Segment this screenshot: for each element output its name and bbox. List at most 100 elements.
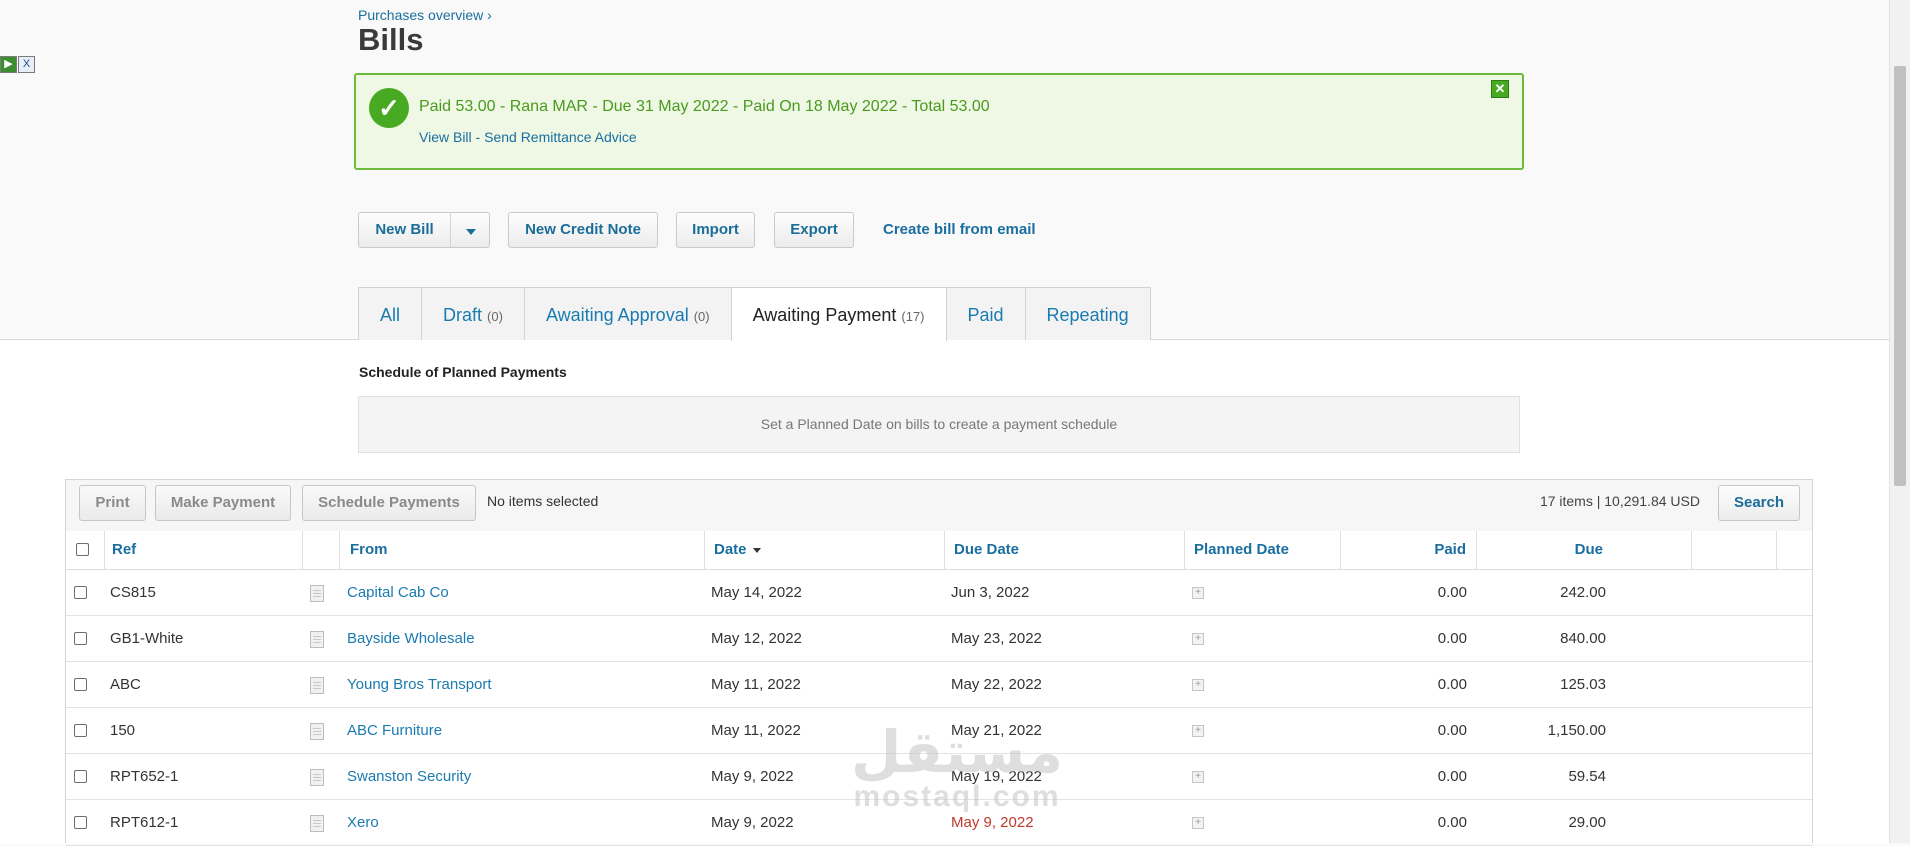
bill-due: 125.03 — [1560, 676, 1606, 693]
bill-supplier-link[interactable]: ABC Furniture — [347, 708, 442, 754]
bill-paid: 0.00 — [1437, 630, 1467, 647]
select-all-checkbox[interactable] — [76, 543, 89, 556]
alert-message: Paid 53.00 - Rana MAR - Due 31 May 2022 … — [419, 98, 990, 115]
column-due-date[interactable]: Due Date — [954, 531, 1019, 569]
view-bill-link[interactable]: View Bill — [419, 129, 472, 145]
bill-due: 1,150.00 — [1547, 722, 1606, 739]
watermark: مستقل mostaql.com — [842, 722, 1072, 812]
document-icon[interactable] — [310, 723, 324, 740]
items-total: 17 items | 10,291.84 USD — [1539, 493, 1700, 509]
row-checkbox[interactable] — [74, 724, 87, 737]
bill-date: May 9, 2022 — [711, 768, 794, 785]
create-bill-from-email-link[interactable]: Create bill from email — [883, 221, 1036, 238]
table-row[interactable]: CS815 Capital Cab Co May 14, 2022 Jun 3, 20… — [66, 570, 1812, 616]
add-planned-date-icon[interactable]: + — [1192, 771, 1204, 783]
row-checkbox[interactable] — [74, 816, 87, 829]
column-divider — [1184, 531, 1185, 569]
row-checkbox[interactable] — [74, 770, 87, 783]
document-icon[interactable] — [310, 769, 324, 786]
bill-due: 242.00 — [1560, 584, 1606, 601]
close-icon[interactable]: X — [18, 56, 35, 73]
bill-paid: 0.00 — [1437, 676, 1467, 693]
table-header: Ref From Date Due Date Planned Date Paid… — [66, 531, 1812, 570]
row-checkbox[interactable] — [74, 586, 87, 599]
alert-links: View Bill - Send Remittance Advice — [419, 129, 637, 145]
bill-date: May 14, 2022 — [711, 584, 802, 601]
row-checkbox[interactable] — [74, 632, 87, 645]
add-planned-date-icon[interactable]: + — [1192, 679, 1204, 691]
new-credit-note-button[interactable]: New Credit Note — [508, 212, 658, 248]
print-button[interactable]: Print — [79, 485, 146, 521]
column-divider — [104, 531, 105, 569]
bill-date: May 11, 2022 — [711, 676, 801, 693]
bill-date: May 12, 2022 — [711, 630, 802, 647]
breadcrumb-purchases-overview[interactable]: Purchases overview — [358, 7, 483, 23]
document-icon[interactable] — [310, 677, 324, 694]
bill-due-date: May 23, 2022 — [951, 630, 1042, 647]
bill-supplier-link[interactable]: Capital Cab Co — [347, 570, 449, 616]
document-icon[interactable] — [310, 631, 324, 648]
bill-status-tabs: All Draft (0) Awaiting Approval (0) Awai… — [358, 287, 1151, 341]
selection-status: No items selected — [487, 493, 599, 509]
scrollbar-thumb[interactable] — [1894, 66, 1906, 486]
bill-ref[interactable]: GB1-White — [110, 616, 183, 662]
row-checkbox[interactable] — [74, 678, 87, 691]
bill-ref[interactable]: RPT612-1 — [110, 800, 178, 846]
column-planned-date[interactable]: Planned Date — [1194, 531, 1289, 569]
page-scrollbar[interactable] — [1889, 0, 1910, 843]
column-paid[interactable]: Paid — [1343, 531, 1466, 569]
breadcrumb-separator: › — [487, 7, 492, 23]
table-toolbar: Print Make Payment Schedule Payments No … — [66, 480, 1812, 532]
document-icon[interactable] — [310, 815, 324, 832]
search-button[interactable]: Search — [1718, 485, 1800, 521]
bill-due: 840.00 — [1560, 630, 1606, 647]
bill-ref[interactable]: RPT652-1 — [110, 754, 178, 800]
add-planned-date-icon[interactable]: + — [1192, 817, 1204, 829]
bill-date: May 11, 2022 — [711, 722, 801, 739]
tab-awaiting-payment[interactable]: Awaiting Payment (17) — [730, 287, 947, 341]
column-divider — [944, 531, 945, 569]
watermark-latin: mostaql.com — [853, 780, 1061, 813]
breadcrumb[interactable]: Purchases overview › — [358, 7, 492, 23]
new-bill-dropdown-caret-icon[interactable] — [450, 212, 490, 248]
tab-paid[interactable]: Paid — [945, 287, 1026, 340]
add-planned-date-icon[interactable]: + — [1192, 633, 1204, 645]
tab-awaiting-approval[interactable]: Awaiting Approval (0) — [523, 287, 732, 340]
column-divider — [1776, 531, 1777, 569]
play-icon[interactable]: ▶ — [0, 56, 17, 73]
schedule-payments-button[interactable]: Schedule Payments — [302, 485, 476, 521]
sort-desc-icon — [752, 547, 761, 553]
export-button[interactable]: Export — [774, 212, 854, 248]
alert-link-separator: - — [471, 129, 485, 145]
send-remittance-link[interactable]: Send Remittance Advice — [484, 129, 637, 145]
table-row[interactable]: ABC Young Bros Transport May 11, 2022 May 2… — [66, 662, 1812, 708]
new-bill-button[interactable]: New Bill — [358, 212, 451, 248]
schedule-title: Schedule of Planned Payments — [359, 364, 567, 380]
add-planned-date-icon[interactable]: + — [1192, 725, 1204, 737]
bill-supplier-link[interactable]: Swanston Security — [347, 754, 471, 800]
add-planned-date-icon[interactable]: + — [1192, 587, 1204, 599]
bill-supplier-link[interactable]: Young Bros Transport — [347, 662, 492, 708]
bill-paid: 0.00 — [1437, 722, 1467, 739]
column-divider — [1340, 531, 1341, 569]
bill-ref[interactable]: ABC — [110, 662, 141, 708]
bill-due: 59.54 — [1568, 768, 1606, 785]
tab-draft[interactable]: Draft (0) — [421, 287, 525, 340]
column-from[interactable]: From — [350, 531, 388, 569]
bill-supplier-link[interactable]: Xero — [347, 800, 379, 846]
bill-ref[interactable]: 150 — [110, 708, 135, 754]
column-due[interactable]: Due — [1486, 531, 1603, 569]
tab-all[interactable]: All — [358, 287, 423, 340]
document-icon[interactable] — [310, 585, 324, 602]
bill-supplier-link[interactable]: Bayside Wholesale — [347, 616, 475, 662]
bill-due-date: Jun 3, 2022 — [951, 584, 1030, 601]
column-date[interactable]: Date — [714, 531, 761, 569]
tab-repeating[interactable]: Repeating — [1024, 287, 1151, 340]
table-row[interactable]: GB1-White Bayside Wholesale May 12, 2022 Ma… — [66, 616, 1812, 662]
bill-ref[interactable]: CS815 — [110, 570, 156, 616]
import-button[interactable]: Import — [676, 212, 755, 248]
column-ref[interactable]: Ref — [112, 531, 136, 569]
close-alert-icon[interactable]: ✕ — [1491, 80, 1509, 98]
page-title: Bills — [358, 22, 424, 57]
make-payment-button[interactable]: Make Payment — [155, 485, 291, 521]
